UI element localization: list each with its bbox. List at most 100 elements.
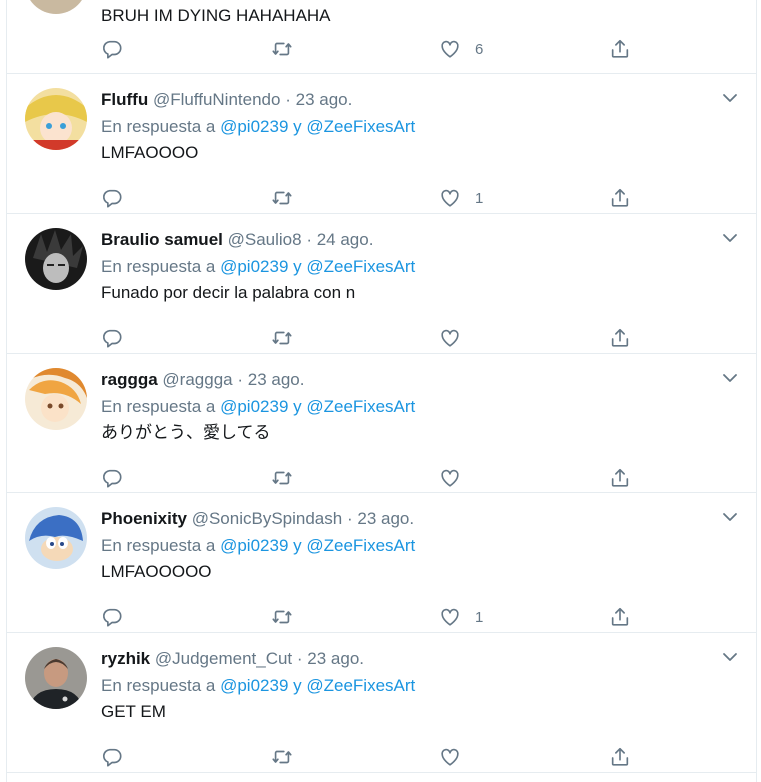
reply-conjunction: y	[293, 676, 302, 695]
like-count: 6	[475, 40, 484, 58]
reply-button[interactable]	[101, 326, 123, 350]
tweet-top[interactable]: BRUH IM DYING HAHAHAHA 6	[7, 0, 756, 74]
share-button[interactable]	[609, 326, 631, 350]
handle[interactable]: @Judgement_Cut	[155, 649, 292, 668]
like-icon	[439, 327, 461, 349]
mention-link[interactable]: @ZeeFixesArt	[306, 117, 415, 136]
reply-prefix: En respuesta a	[101, 676, 216, 695]
display-name[interactable]: Phoenixity	[101, 509, 187, 528]
handle[interactable]: @FluffuNintendo	[153, 90, 281, 109]
separator: ·	[306, 230, 312, 249]
retweet-button[interactable]	[271, 745, 293, 769]
display-name[interactable]: Fluffu	[101, 90, 148, 109]
share-button[interactable]	[609, 186, 631, 210]
reply-context: En respuesta a @pi0239 y @ZeeFixesArt	[101, 534, 736, 558]
reply-icon	[101, 606, 123, 628]
display-name[interactable]: raggga	[101, 370, 158, 389]
share-button[interactable]	[609, 466, 631, 490]
chevron-down-icon[interactable]	[722, 651, 738, 663]
tweet-text: BRUH IM DYING HAHAHAHA	[101, 6, 331, 25]
tweet-date[interactable]: 23 ago.	[296, 90, 353, 109]
reply-context: En respuesta a @pi0239 y @ZeeFixesArt	[101, 674, 736, 698]
tweet-text: ありがとう、愛してる	[101, 423, 271, 442]
retweet-button[interactable]	[271, 37, 293, 61]
share-button[interactable]	[609, 605, 631, 629]
tweet-date[interactable]: 23 ago.	[357, 509, 414, 528]
avatar[interactable]	[25, 0, 87, 14]
share-button[interactable]	[609, 37, 631, 61]
mention-link[interactable]: @ZeeFixesArt	[306, 676, 415, 695]
share-icon	[609, 467, 631, 489]
mention-link[interactable]: @ZeeFixesArt	[306, 536, 415, 555]
avatar[interactable]	[25, 507, 87, 569]
retweet-icon	[271, 746, 293, 768]
retweet-icon	[271, 606, 293, 628]
handle[interactable]: @SonicBySpindash	[192, 509, 343, 528]
avatar[interactable]	[25, 368, 87, 430]
mention-link[interactable]: @ZeeFixesArt	[306, 257, 415, 276]
retweet-button[interactable]	[271, 186, 293, 210]
tweet[interactable]: raggga @raggga · 23 ago. En respuesta a …	[7, 354, 756, 493]
reply-context: En respuesta a @pi0239 y @ZeeFixesArt	[101, 395, 736, 419]
like-icon	[439, 467, 461, 489]
reply-context: En respuesta a @pi0239 y @ZeeFixesArt	[101, 255, 736, 279]
reply-icon	[101, 327, 123, 349]
reply-button[interactable]	[101, 745, 123, 769]
mention-link[interactable]: @pi0239	[220, 536, 288, 555]
chevron-down-icon[interactable]	[722, 511, 738, 523]
reply-button[interactable]	[101, 466, 123, 490]
like-button[interactable]	[439, 466, 475, 490]
mention-link[interactable]: @pi0239	[220, 257, 288, 276]
separator: ·	[346, 509, 353, 528]
like-icon	[439, 606, 461, 628]
reply-prefix: En respuesta a	[101, 117, 216, 136]
tweet-date[interactable]: 23 ago.	[248, 370, 305, 389]
reply-button[interactable]	[101, 37, 123, 61]
like-button[interactable]: 1	[439, 605, 483, 629]
separator: ·	[296, 649, 303, 668]
tweet-text: LMFAOOOO	[101, 143, 199, 162]
reply-button[interactable]	[101, 186, 123, 210]
avatar[interactable]	[25, 647, 87, 709]
like-count: 1	[475, 608, 484, 626]
retweet-icon	[271, 467, 293, 489]
tweet-text: GET EM	[101, 702, 166, 721]
mention-link[interactable]: @ZeeFixesArt	[306, 397, 415, 416]
retweet-button[interactable]	[271, 605, 293, 629]
tweet[interactable]: Fluffu @FluffuNintendo · 23 ago. En resp…	[7, 74, 756, 214]
tweet[interactable]: Phoenixity @SonicBySpindash · 23 ago. En…	[7, 493, 756, 633]
reply-button[interactable]	[101, 605, 123, 629]
chevron-down-icon[interactable]	[722, 92, 738, 104]
share-button[interactable]	[609, 745, 631, 769]
mention-link[interactable]: @pi0239	[220, 676, 288, 695]
display-name[interactable]: Braulio samuel	[101, 230, 223, 249]
retweet-button[interactable]	[271, 466, 293, 490]
like-button[interactable]	[439, 745, 475, 769]
chevron-down-icon[interactable]	[722, 372, 738, 384]
tweet-text: Funado por decir la palabra con n	[101, 283, 356, 302]
like-button[interactable]: 6	[439, 37, 483, 61]
handle[interactable]: @Saulio8	[228, 230, 302, 249]
tweet[interactable]: ryzhik @Judgement_Cut · 23 ago. En respu…	[7, 633, 756, 773]
reply-prefix: En respuesta a	[101, 536, 216, 555]
mention-link[interactable]: @pi0239	[220, 397, 288, 416]
tweet[interactable]: Braulio samuel @Saulio8 · 24 ago. En res…	[7, 214, 756, 354]
chevron-down-icon[interactable]	[722, 232, 738, 244]
like-button[interactable]	[439, 326, 475, 350]
reply-conjunction: y	[293, 257, 302, 276]
share-icon	[609, 38, 631, 60]
avatar[interactable]	[25, 228, 87, 290]
display-name[interactable]: ryzhik	[101, 649, 150, 668]
reply-conjunction: y	[293, 397, 302, 416]
separator: ·	[237, 370, 244, 389]
reply-icon	[101, 187, 123, 209]
like-button[interactable]: 1	[439, 186, 483, 210]
mention-link[interactable]: @pi0239	[220, 117, 288, 136]
share-icon	[609, 746, 631, 768]
avatar[interactable]	[25, 88, 87, 150]
retweet-icon	[271, 38, 293, 60]
retweet-button[interactable]	[271, 326, 293, 350]
tweet-date[interactable]: 23 ago.	[307, 649, 364, 668]
tweet-date[interactable]: 24 ago.	[317, 230, 374, 249]
handle[interactable]: @raggga	[162, 370, 232, 389]
